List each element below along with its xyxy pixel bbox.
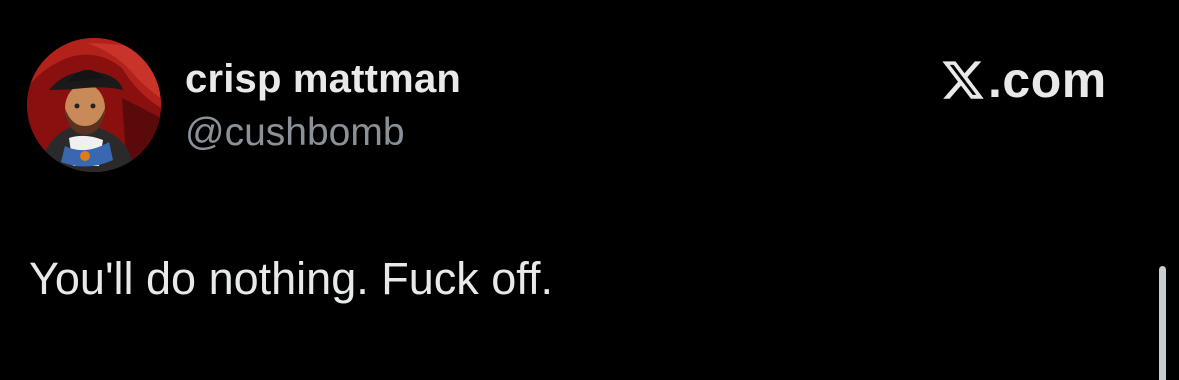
- brand-watermark: .com: [940, 52, 1107, 108]
- user-handle[interactable]: @cushbomb: [185, 110, 405, 156]
- display-name[interactable]: crisp mattman: [185, 56, 461, 102]
- scrollbar[interactable]: [1159, 266, 1166, 380]
- tweet-card: crisp mattman @cushbomb .com You'll do n…: [0, 0, 1179, 380]
- x-logo-icon: [942, 61, 984, 99]
- portrait-avatar-icon: [27, 38, 161, 172]
- avatar[interactable]: [27, 38, 161, 172]
- tweet-text: You'll do nothing. Fuck off.: [29, 253, 553, 304]
- brand-domain-text: .com: [988, 52, 1107, 108]
